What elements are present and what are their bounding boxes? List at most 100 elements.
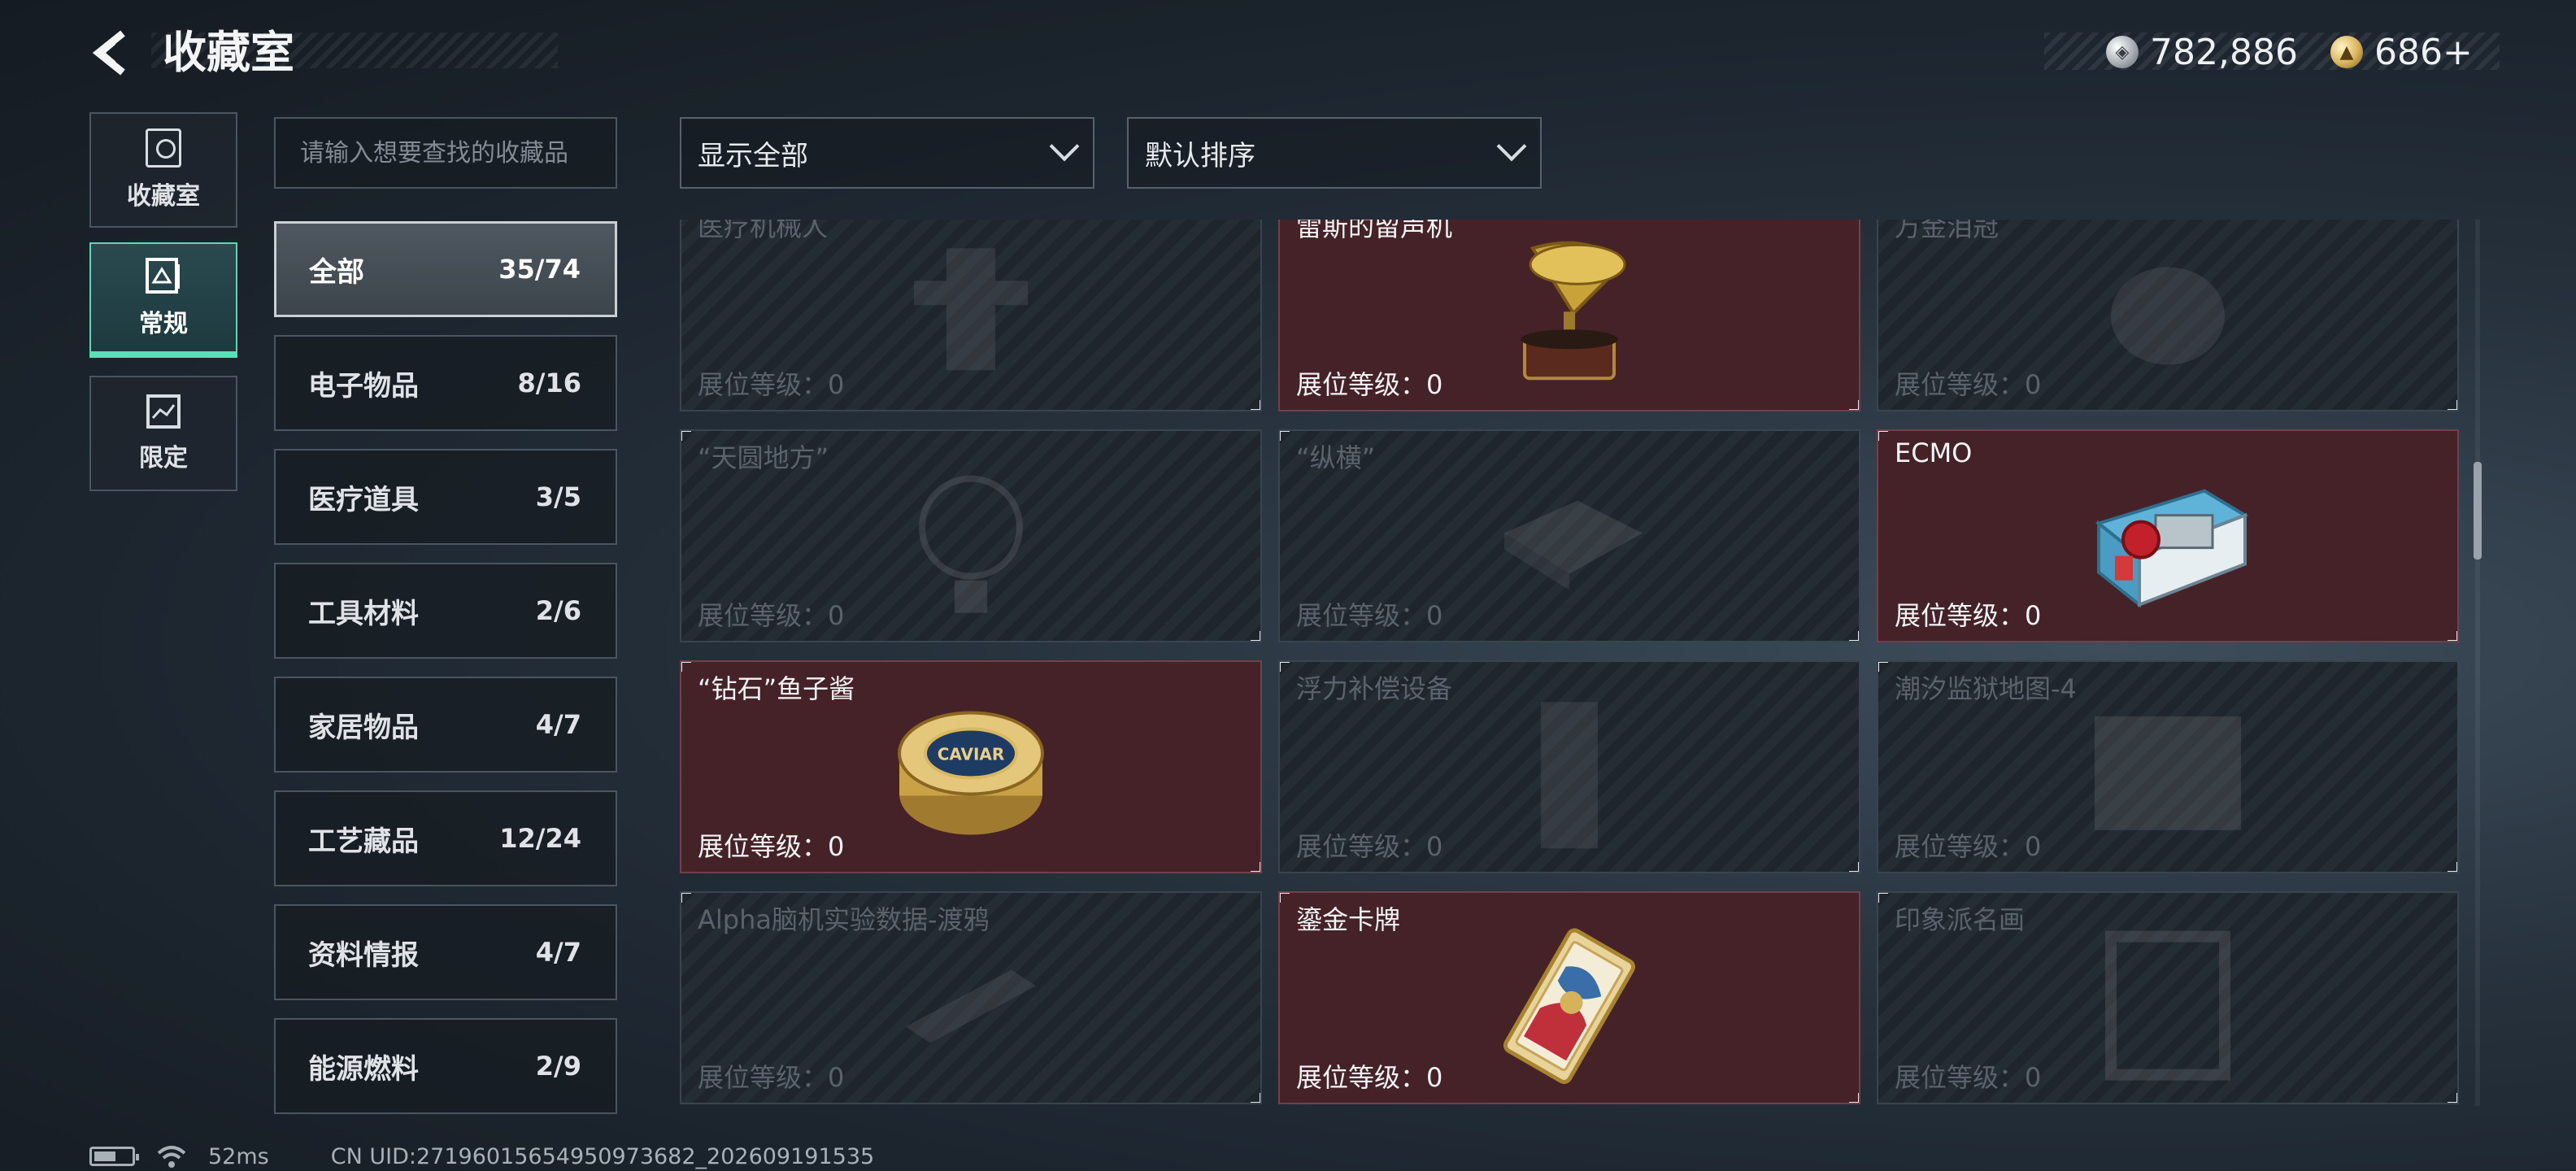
card-name: 雷斯的留声机	[1296, 220, 1453, 242]
rail-tab-label: 常规	[139, 310, 188, 338]
caviar-label: CAVIAR	[938, 744, 1005, 764]
collectible-card[interactable]: “钻石”鱼子酱 CAVIAR 展位等级：0	[680, 660, 1262, 873]
collectible-card[interactable]: Alpha脑机实验数据-渡鸦 展位等级：0	[680, 891, 1262, 1104]
gilded-card-icon	[1488, 925, 1651, 1090]
page-title: 收藏室	[163, 27, 294, 78]
category-count: 4/7	[535, 709, 581, 740]
category-intel[interactable]: 资料情报 4/7	[274, 904, 617, 1000]
status-footer: 52ms CN UID:27196015654950973682_2026091…	[89, 1142, 874, 1171]
collectible-card[interactable]: 鎏金卡牌 展位等级：0	[1278, 891, 1860, 1104]
card-name: “天圆地方”	[698, 442, 829, 473]
ping-text: 52ms	[208, 1143, 269, 1169]
collectible-card[interactable]: 雷斯的留声机 展位等级：0	[1278, 220, 1860, 411]
display-filter-dropdown[interactable]: 显示全部	[680, 117, 1094, 189]
rail-tab-label: 限定	[139, 444, 188, 472]
category-all[interactable]: 全部 35/74	[274, 221, 617, 317]
painting-frame-icon	[2103, 929, 2233, 1086]
collectible-card[interactable]: 万金泪冠 展位等级：0	[1877, 220, 2459, 411]
collection-grid[interactable]: 医疗机械人 展位等级：0 雷斯的留声机 展位等级：0 万金泪冠 展位等级：0 “…	[675, 220, 2464, 1106]
category-name: 工艺藏品	[308, 825, 419, 858]
crown-icon	[2099, 242, 2237, 384]
collectible-card[interactable]: ECMO 展位等级：0	[1877, 429, 2459, 642]
card-name: 潮汐监狱地图-4	[1895, 673, 2077, 704]
caviar-tin-icon: CAVIAR	[894, 704, 1048, 846]
silver-amount: 782,886	[2150, 31, 2298, 73]
category-crafts[interactable]: 工艺藏品 12/24	[274, 790, 617, 886]
category-medical[interactable]: 医疗道具 3/5	[274, 449, 617, 545]
sort-dropdown[interactable]: 默认排序	[1127, 117, 1542, 189]
card-level: 展位等级：0	[1895, 600, 2042, 631]
gramophone-icon	[1500, 232, 1638, 398]
rail-tab-regular[interactable]: 常规	[89, 242, 237, 358]
back-button[interactable]	[85, 24, 141, 81]
chevron-down-icon	[1049, 131, 1080, 162]
grid-scrollbar-thumb[interactable]	[2474, 462, 2482, 559]
chessboard-icon	[1488, 485, 1651, 602]
gallery-icon	[146, 258, 180, 294]
grid-scrollbar-track[interactable]	[2475, 220, 2480, 1106]
collectible-card[interactable]: 印象派名画 展位等级：0	[1877, 891, 2459, 1104]
display-filter-value: 显示全部	[698, 139, 808, 172]
card-name: 医疗机械人	[698, 220, 829, 242]
category-tools[interactable]: 工具材料 2/6	[274, 563, 617, 659]
card-level: 展位等级：0	[698, 600, 845, 631]
card-name: “钻石”鱼子酱	[698, 673, 855, 704]
card-name: 浮力补偿设备	[1296, 673, 1453, 704]
category-name: 能源燃料	[308, 1052, 419, 1086]
card-level: 展位等级：0	[1296, 831, 1443, 862]
category-count: 8/16	[517, 368, 581, 398]
category-electronics[interactable]: 电子物品 8/16	[274, 335, 617, 431]
wifi-icon	[157, 1146, 186, 1168]
rail-tab-limited[interactable]: 限定	[89, 376, 237, 491]
silver-coin-icon: ◈	[2106, 36, 2139, 68]
category-count: 2/6	[535, 595, 581, 626]
card-level: 展位等级：0	[1296, 600, 1443, 631]
category-count: 2/9	[535, 1051, 581, 1082]
category-name: 家居物品	[308, 711, 419, 744]
search-input[interactable]	[300, 138, 616, 168]
category-name: 工具材料	[308, 597, 419, 630]
card-level: 展位等级：0	[1296, 1062, 1443, 1093]
collectible-card[interactable]: 医疗机械人 展位等级：0	[680, 220, 1262, 411]
data-drive-icon	[890, 953, 1052, 1054]
collectible-card[interactable]: “纵横” 展位等级：0	[1278, 429, 1860, 642]
collectible-card[interactable]: 浮力补偿设备 展位等级：0	[1278, 660, 1860, 873]
silver-currency[interactable]: ◈ 782,886	[2106, 28, 2298, 76]
card-level: 展位等级：0	[1895, 1062, 2042, 1093]
category-count: 35/74	[498, 254, 581, 285]
category-count: 4/7	[535, 937, 581, 968]
gold-currency[interactable]: ▲ 686+	[2330, 28, 2473, 76]
chevron-down-icon	[1496, 131, 1527, 162]
category-name: 资料情报	[308, 938, 419, 972]
card-level: 展位等级：0	[698, 369, 845, 400]
globe-icon	[910, 467, 1032, 625]
card-name: “纵横”	[1296, 442, 1376, 473]
limited-icon	[146, 394, 181, 429]
battery-icon	[89, 1147, 139, 1166]
collectible-card[interactable]: “天圆地方” 展位等级：0	[680, 429, 1262, 642]
category-name: 医疗道具	[308, 483, 419, 516]
card-level: 展位等级：0	[698, 831, 845, 862]
trophy-icon	[146, 128, 181, 168]
rail-tab-collection[interactable]: 收藏室	[89, 112, 237, 228]
uid-text: CN UID:27196015654950973682_202609191535	[330, 1143, 875, 1169]
category-household[interactable]: 家居物品 4/7	[274, 677, 617, 773]
category-count: 3/5	[535, 481, 581, 512]
map-icon	[2086, 708, 2249, 842]
card-level: 展位等级：0	[1895, 369, 2042, 400]
gold-amount: 686+	[2374, 31, 2473, 73]
card-level: 展位等级：0	[698, 1062, 845, 1093]
collectible-card[interactable]: 潮汐监狱地图-4 展位等级：0	[1877, 660, 2459, 873]
rail-tab-label: 收藏室	[127, 182, 200, 211]
gold-coin-icon: ▲	[2330, 36, 2363, 68]
ecmo-machine-icon	[2082, 467, 2253, 625]
card-level: 展位等级：0	[1296, 369, 1443, 400]
card-name: Alpha脑机实验数据-渡鸦	[698, 904, 990, 935]
sort-value: 默认排序	[1145, 139, 1255, 172]
back-arrow-icon	[92, 30, 125, 76]
category-name: 全部	[309, 255, 364, 289]
diving-equipment-icon	[1516, 694, 1622, 860]
search-box[interactable]	[274, 117, 617, 189]
category-fuel[interactable]: 能源燃料 2/9	[274, 1018, 617, 1114]
category-name: 电子物品	[308, 369, 419, 403]
